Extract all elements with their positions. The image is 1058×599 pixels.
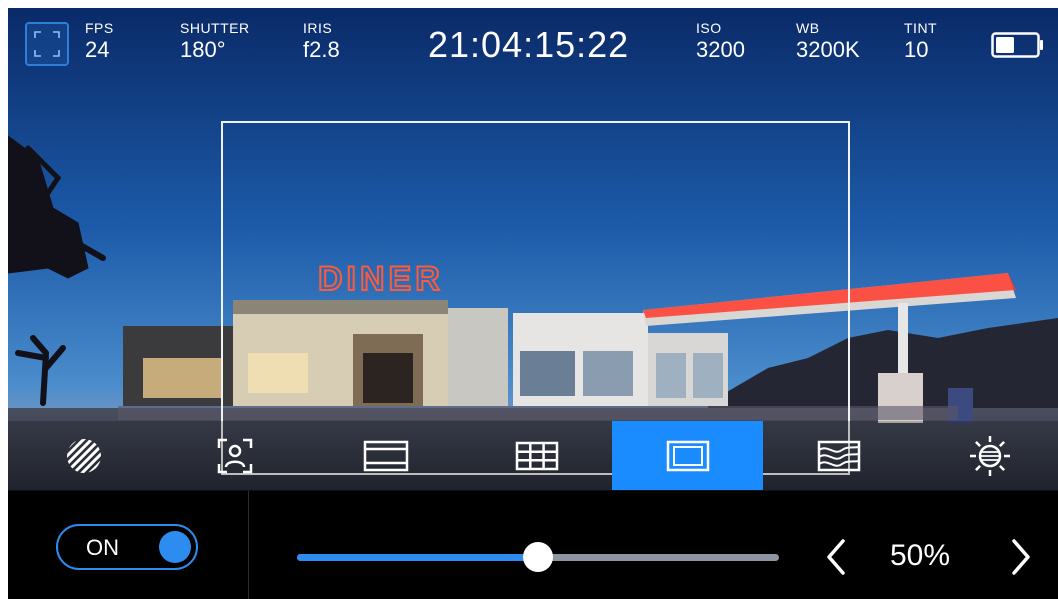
frame-corners-icon <box>34 31 60 57</box>
battery-level <box>996 37 1014 53</box>
frame-guides-icon <box>363 440 408 471</box>
tool-exposure[interactable] <box>914 421 1058 490</box>
tint-label: TINT <box>904 20 938 36</box>
battery-icon[interactable] <box>991 32 1045 58</box>
tool-zebra[interactable] <box>8 421 159 490</box>
zebra-icon <box>66 438 101 473</box>
iso-value: 3200 <box>696 37 745 62</box>
safe-area-icon <box>666 440 709 471</box>
slider-handle[interactable] <box>523 542 553 572</box>
frame-guides-icon[interactable] <box>25 22 69 66</box>
on-off-toggle[interactable]: ON <box>56 524 198 570</box>
tint-readout[interactable]: TINT 10 <box>904 20 937 63</box>
focus-assist-icon <box>217 438 252 473</box>
wb-readout[interactable]: WB 3200K <box>796 20 860 63</box>
tool-grid[interactable] <box>461 421 612 490</box>
percentage-value: 50% <box>890 539 951 572</box>
scene-illustration: DINER <box>8 8 1058 490</box>
fps-label: FPS <box>85 20 114 36</box>
wb-value: 3200K <box>796 37 860 62</box>
shutter-readout[interactable]: SHUTTER 180° <box>180 20 250 63</box>
grid-icon <box>515 441 558 470</box>
fps-value: 24 <box>85 37 110 62</box>
tool-bar <box>8 421 1058 491</box>
toggle-knob <box>159 531 191 563</box>
wb-label: WB <box>796 20 820 36</box>
fps-readout[interactable]: FPS 24 <box>85 20 114 63</box>
iso-label: ISO <box>696 20 722 36</box>
shutter-label: SHUTTER <box>180 20 250 36</box>
camera-screen: DINER FPS 24 SHUTTER 180° IRIS f2.8 21:0… <box>8 8 1058 599</box>
toggle-label: ON <box>86 535 119 560</box>
false-color-icon <box>817 440 860 471</box>
tint-value: 10 <box>904 37 929 62</box>
panel-divider <box>248 491 249 599</box>
exposure-icon <box>969 435 1010 476</box>
tool-false-color[interactable] <box>763 421 914 490</box>
tool-frame-guides[interactable] <box>310 421 461 490</box>
iris-value: f2.8 <box>303 37 340 62</box>
iris-label: IRIS <box>303 20 333 36</box>
iso-readout[interactable]: ISO 3200 <box>696 20 745 63</box>
tool-focus-assist[interactable] <box>159 421 310 490</box>
diner-sign: DINER <box>318 260 444 298</box>
shutter-value: 180° <box>180 37 226 62</box>
slider-fill <box>297 554 538 561</box>
chevron-right-icon[interactable] <box>1008 537 1034 577</box>
chevron-left-icon[interactable] <box>823 537 849 577</box>
timecode[interactable]: 21:04:15:22 <box>428 25 629 65</box>
camera-preview: DINER <box>8 8 1058 490</box>
settings-panel: ON 50% <box>8 491 1058 599</box>
iris-readout[interactable]: IRIS f2.8 <box>303 20 340 63</box>
percentage-slider[interactable] <box>297 542 779 572</box>
tool-safe-area[interactable] <box>612 421 763 490</box>
